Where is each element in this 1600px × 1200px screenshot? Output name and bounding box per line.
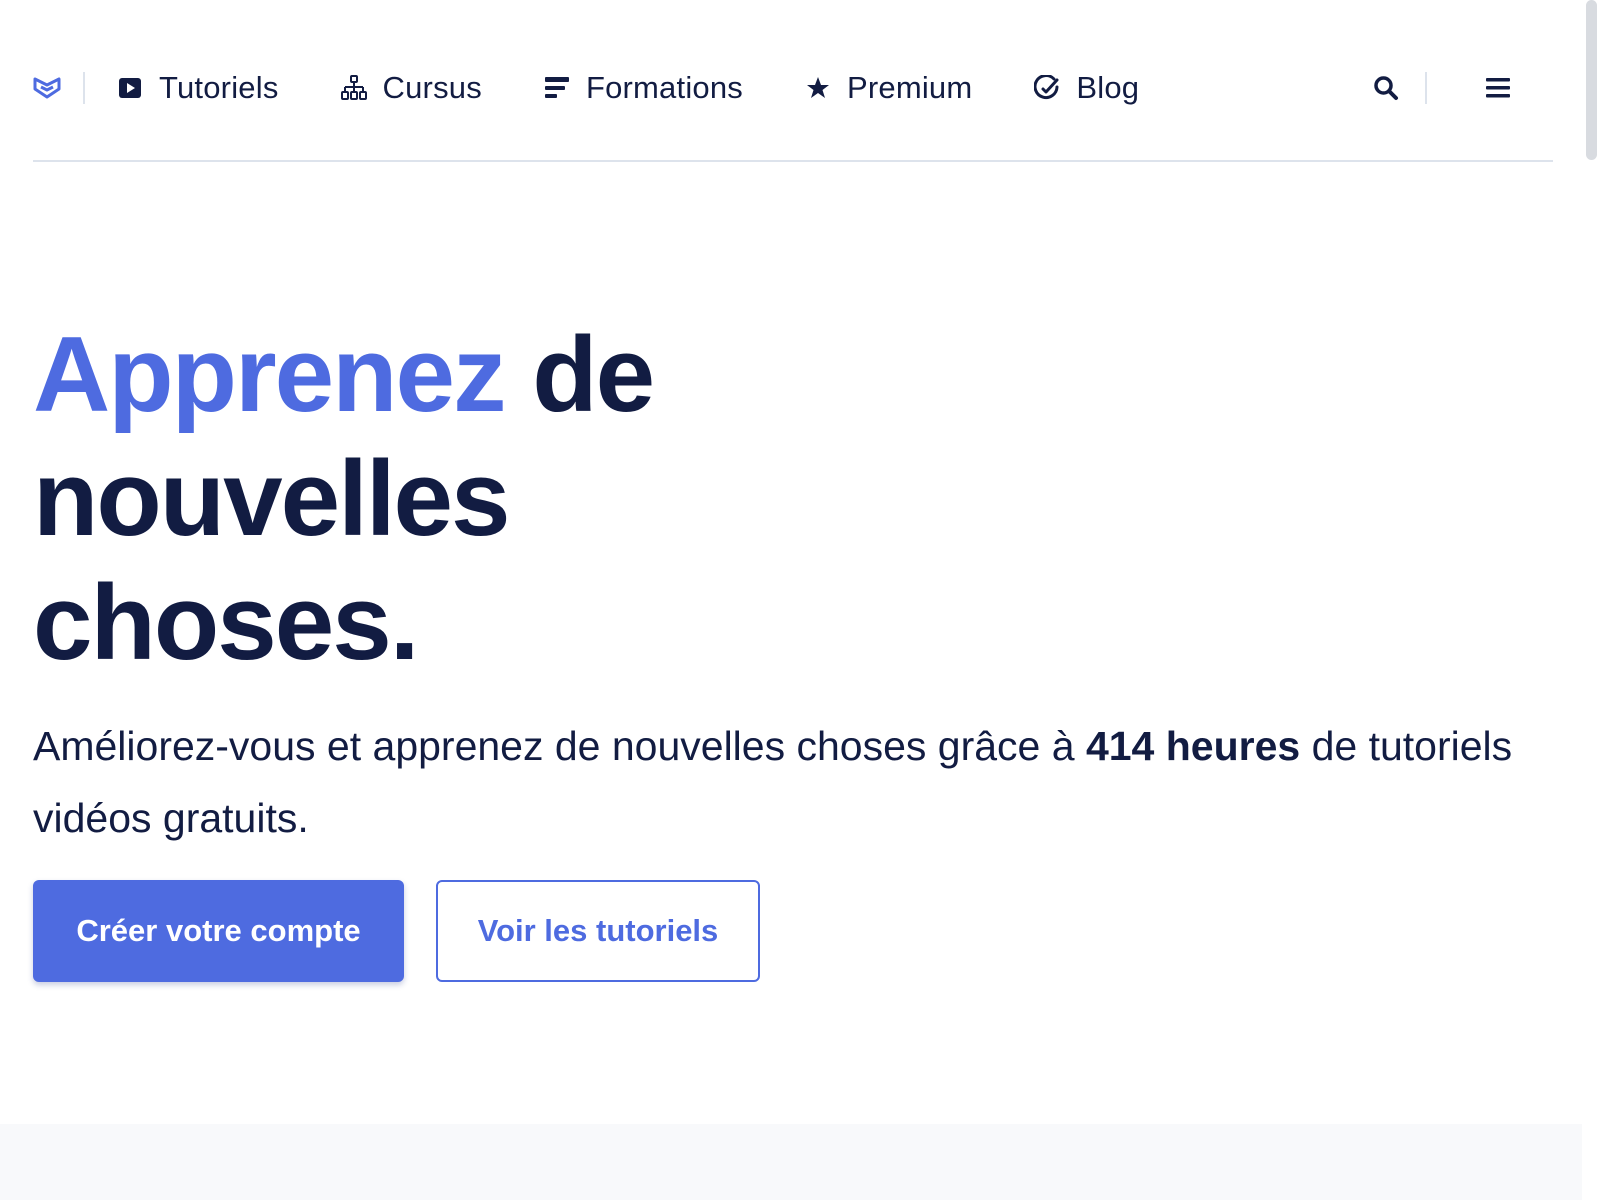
lines-icon (544, 75, 570, 101)
nav-label-premium: Premium (846, 70, 973, 105)
hamburger-menu-icon (1486, 78, 1510, 98)
nav-label-formations: Formations (585, 70, 743, 105)
header-divider-right (1425, 72, 1427, 104)
search-button[interactable] (1371, 73, 1401, 103)
logo[interactable] (33, 74, 61, 102)
nav-item-premium[interactable]: Premium (805, 70, 972, 106)
nav-label-blog: Blog (1076, 70, 1140, 105)
star-icon (805, 75, 831, 101)
nav-item-tutoriels[interactable]: Tutoriels (117, 70, 279, 106)
hero-title: Apprenez de nouvelles choses. (33, 312, 793, 684)
scrollbar-thumb[interactable] (1586, 0, 1597, 160)
create-account-button[interactable]: Créer votre compte (33, 880, 404, 982)
header-actions (1371, 58, 1513, 118)
hero-desc-hours: 414 heures (1085, 723, 1301, 769)
pen-icon (1034, 75, 1060, 101)
main-nav: Tutoriels Cursus Formations Premium Blog (117, 70, 1201, 106)
search-icon (1374, 76, 1398, 100)
menu-button[interactable] (1483, 73, 1513, 103)
nav-item-cursus[interactable]: Cursus (340, 70, 482, 106)
sitemap-icon (340, 75, 367, 101)
header-divider (83, 72, 85, 104)
header-divider-line (33, 160, 1553, 162)
view-tutorials-button[interactable]: Voir les tutoriels (436, 880, 760, 982)
nav-item-formations[interactable]: Formations (544, 70, 743, 106)
hero-title-accent: Apprenez (33, 314, 507, 434)
scrollbar[interactable] (1582, 0, 1600, 1200)
hero-desc-before: Améliorez-vous et apprenez de nouvelles … (33, 723, 1086, 769)
site-header: Tutoriels Cursus Formations Premium Blog (33, 58, 1553, 118)
nav-item-blog[interactable]: Blog (1034, 70, 1139, 106)
nav-label-tutoriels: Tutoriels (159, 70, 279, 105)
play-icon (117, 75, 143, 101)
grafikart-logo-icon (33, 77, 61, 99)
page: Tutoriels Cursus Formations Premium Blog… (0, 0, 1600, 1200)
next-section-band (0, 1124, 1585, 1200)
hero-description: Améliorez-vous et apprenez de nouvelles … (33, 710, 1563, 854)
nav-label-cursus: Cursus (382, 70, 482, 105)
